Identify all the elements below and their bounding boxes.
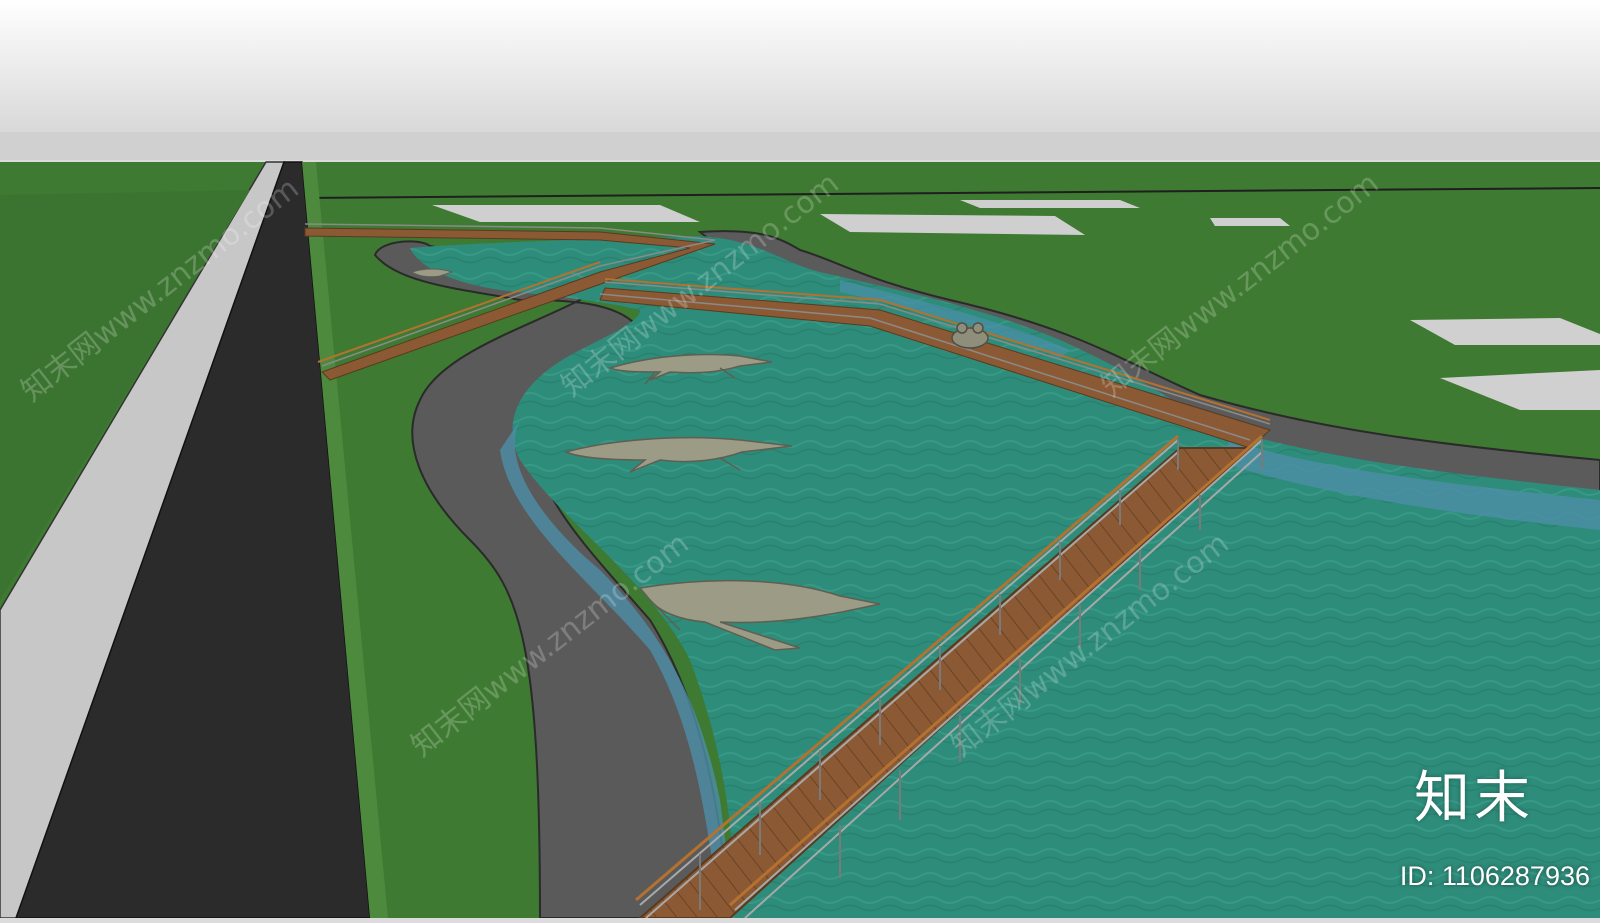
pavement-patch (1210, 218, 1290, 226)
pavement-patch (820, 214, 1085, 235)
park-rendering (0, 0, 1600, 919)
scene: 知末网www.znzmo.com 知末网www.znzmo.com 知末网www… (0, 0, 1600, 919)
pavement-patch (960, 200, 1140, 208)
brand-logo: 知末 (1414, 766, 1534, 831)
image-id-label: ID: 1106287936 (1399, 861, 1590, 891)
sky (0, 0, 1600, 140)
